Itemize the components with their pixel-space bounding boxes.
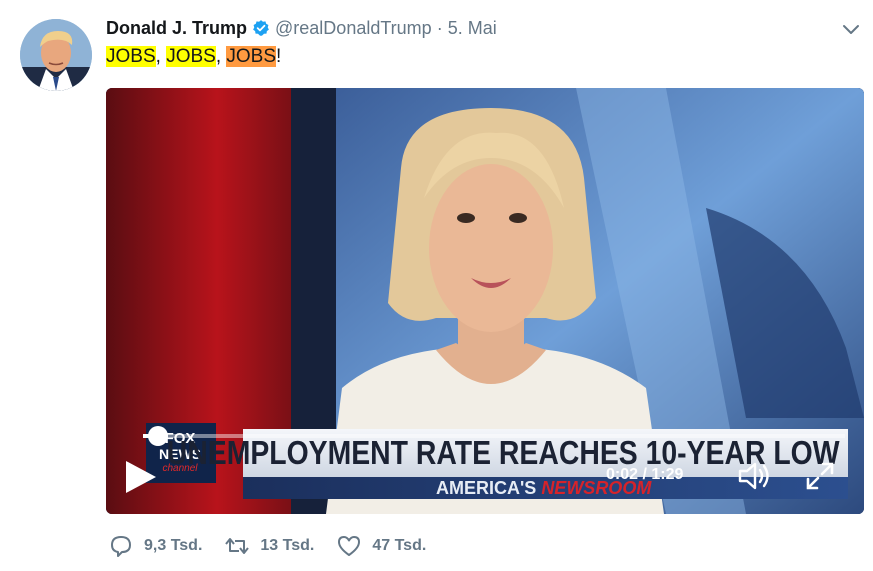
like-count: 47 Tsd. [372,537,427,554]
tweet-word-2: JOBS [166,46,216,67]
tweet-text: JOBS, JOBS, JOBS! [106,45,281,69]
like-icon [338,536,361,556]
avatar-image [20,19,92,91]
retweet-button[interactable]: 13 Tsd. [224,533,314,559]
video-player[interactable]: FOX NEWS channel UNEMPLOYMENT RATE REACH… [106,88,864,514]
retweet-icon [225,538,250,554]
tweet-punct-2: , [215,46,227,67]
verified-badge-icon [252,19,270,37]
volume-icon[interactable] [736,460,774,492]
like-button[interactable]: 47 Tsd. [336,533,426,559]
author-handle[interactable]: @realDonaldTrump [275,18,432,39]
tweet-word-1: JOBS [106,46,156,67]
reply-icon [111,536,131,557]
play-icon[interactable] [120,457,160,497]
reply-count: 9,3 Tsd. [144,537,203,554]
reply-button[interactable]: 9,3 Tsd. [108,533,202,559]
tweet-punct-3: ! [276,46,282,67]
author-name[interactable]: Donald J. Trump [106,18,247,39]
tweet-date[interactable]: 5. Mai [448,18,497,39]
fullscreen-icon[interactable] [804,460,836,492]
progress-handle[interactable] [148,426,168,446]
tweet-header: Donald J. Trump @realDonaldTrump · 5. Ma… [106,16,497,40]
progress-track[interactable] [143,434,845,438]
chevron-down-icon[interactable] [840,18,862,40]
video-time: 0:02 / 1:29 [606,466,684,483]
program-name-part1: AMERICA'S [436,478,537,498]
header-separator: · [436,17,443,38]
tweet-actions: 9,3 Tsd. 13 Tsd. 47 Tsd. [108,533,448,559]
tweet-word-3: JOBS [226,46,276,67]
avatar[interactable] [20,19,92,91]
tweet-punct-1: , [155,46,167,67]
retweet-count: 13 Tsd. [260,537,315,554]
